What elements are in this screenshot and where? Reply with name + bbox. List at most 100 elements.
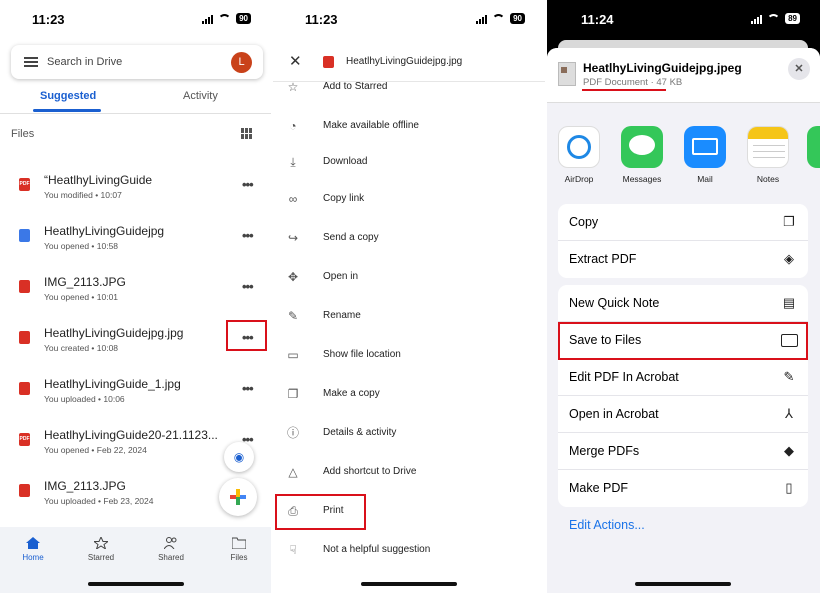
file-row[interactable]: PDF “HeatlhyLivingGuide You modified • 1… bbox=[0, 173, 271, 223]
merge-icon: ◆ bbox=[784, 443, 794, 458]
file-name: IMG_2113.JPG bbox=[44, 275, 126, 289]
image-icon bbox=[19, 382, 30, 395]
new-item-button[interactable] bbox=[219, 478, 257, 516]
more-options-icon[interactable]: ••• bbox=[242, 228, 254, 243]
share-app-messages[interactable]: Messages bbox=[619, 126, 665, 184]
file-meta: You uploaded • Feb 23, 2024 bbox=[44, 496, 154, 506]
image-icon bbox=[19, 484, 30, 497]
file-row[interactable]: HeatlhyLivingGuide_1.jpg You uploaded • … bbox=[0, 377, 271, 427]
share-app-mail[interactable]: Mail bbox=[682, 126, 728, 184]
tab-activity[interactable]: Activity bbox=[183, 90, 218, 102]
battery-icon: 90 bbox=[236, 13, 251, 24]
file-row[interactable]: IMG_2113.JPG You opened • 10:01 ••• bbox=[0, 275, 271, 325]
avatar[interactable]: L bbox=[231, 52, 252, 73]
people-icon bbox=[164, 537, 177, 549]
action-make-pdf[interactable]: Make PDF ▯ bbox=[558, 470, 808, 507]
document-icon: ▯ bbox=[785, 480, 793, 495]
download-icon: ⤓ bbox=[290, 155, 296, 169]
file-thumbnail bbox=[558, 62, 576, 86]
save-to-files-highlight bbox=[558, 322, 808, 360]
link-icon: ∞ bbox=[288, 192, 298, 206]
file-name: HeatlhyLivingGuidejpg.jpg bbox=[44, 326, 184, 340]
menu-item-details[interactable]: ⓘ Details & activity bbox=[273, 414, 545, 453]
camera-scan-button[interactable]: ◉ bbox=[224, 442, 254, 472]
menu-item-send-copy[interactable]: ↪ Send a copy bbox=[273, 219, 545, 258]
grid-view-icon[interactable] bbox=[241, 128, 253, 139]
share-app-notes[interactable]: Notes bbox=[745, 126, 791, 184]
home-icon bbox=[26, 537, 40, 549]
copy-icon: ❐ bbox=[783, 214, 795, 229]
file-menu-header: ✕ HeatlhyLivingGuidejpg.jpg bbox=[273, 42, 545, 82]
info-icon: ⓘ bbox=[286, 426, 299, 440]
wifi-icon bbox=[767, 14, 781, 23]
file-meta: You modified • 10:07 bbox=[44, 190, 122, 200]
action-merge-pdfs[interactable]: Merge PDFs ◆ bbox=[558, 433, 808, 470]
menu-item-add-shortcut[interactable]: △ Add shortcut to Drive bbox=[273, 453, 545, 492]
share-file-subtitle: PDF Document · 47 KB bbox=[583, 77, 683, 88]
nav-files[interactable]: Files bbox=[214, 537, 264, 562]
file-title: HeatlhyLivingGuidejpg.jpg bbox=[346, 56, 463, 67]
drive-search-bar[interactable]: Search in Drive L bbox=[11, 45, 263, 79]
action-extract-pdf[interactable]: Extract PDF ◈ bbox=[558, 241, 808, 278]
more-options-icon[interactable]: ••• bbox=[242, 279, 254, 294]
status-time: 11:24 bbox=[581, 12, 614, 27]
nav-shared[interactable]: Shared bbox=[146, 537, 196, 562]
folder-icon: ▭ bbox=[287, 348, 299, 362]
copy-icon: ❐ bbox=[287, 387, 299, 401]
more-options-icon[interactable]: ••• bbox=[242, 177, 254, 192]
menu-item-not-helpful[interactable]: ☟ Not a helpful suggestion bbox=[273, 531, 545, 570]
more-options-highlight bbox=[226, 320, 267, 351]
nav-home[interactable]: Home bbox=[8, 537, 58, 562]
action-edit-pdf-acrobat[interactable]: Edit PDF In Acrobat ✎ bbox=[558, 359, 808, 396]
menu-item-make-copy[interactable]: ❐ Make a copy bbox=[273, 375, 545, 414]
signal-icon bbox=[476, 14, 488, 24]
tab-bar: Suggested Activity bbox=[0, 88, 271, 114]
menu-item-copy-link[interactable]: ∞ Copy link bbox=[273, 180, 545, 219]
menu-item-offline[interactable]: ◔ Make available offline bbox=[273, 107, 545, 146]
file-name: HeatlhyLivingGuidejpg bbox=[44, 224, 165, 238]
pdf-icon: PDF bbox=[19, 433, 30, 446]
home-indicator bbox=[88, 582, 184, 586]
edit-actions-link[interactable]: Edit Actions... bbox=[569, 518, 645, 532]
messages-icon bbox=[621, 126, 663, 168]
close-icon[interactable]: ✕ bbox=[289, 52, 302, 70]
ios-share-sheet-panel: 11:24 89 HeatlhyLivingGuidejpg.jpeg PDF … bbox=[547, 0, 820, 593]
folder-icon bbox=[232, 537, 246, 549]
menu-item-download[interactable]: ⤓ Download bbox=[273, 143, 545, 182]
whatsapp-icon bbox=[807, 126, 820, 168]
shortcut-icon: △ bbox=[288, 465, 298, 479]
more-options-icon[interactable]: ••• bbox=[242, 381, 254, 396]
file-name: HeatlhyLivingGuide_1.jpg bbox=[44, 377, 181, 391]
action-new-quick-note[interactable]: New Quick Note ▤ bbox=[558, 285, 808, 322]
open-in-icon: ✥ bbox=[287, 270, 299, 284]
nav-starred[interactable]: Starred bbox=[76, 537, 126, 562]
file-name: “HeatlhyLivingGuide bbox=[44, 173, 153, 187]
signal-icon bbox=[202, 14, 214, 24]
share-sheet-header: HeatlhyLivingGuidejpg.jpeg PDF Document … bbox=[547, 48, 820, 103]
share-actions-group-1: Copy ❐ Extract PDF ◈ bbox=[558, 204, 808, 278]
action-open-in-acrobat[interactable]: Open in Acrobat ⅄ bbox=[558, 396, 808, 433]
menu-item-open-in[interactable]: ✥ Open in bbox=[273, 258, 545, 297]
search-input[interactable]: Search in Drive bbox=[47, 56, 122, 68]
action-copy[interactable]: Copy ❐ bbox=[558, 204, 808, 241]
menu-item-rename[interactable]: ✎ Rename bbox=[273, 297, 545, 336]
airdrop-icon bbox=[558, 126, 600, 168]
close-icon[interactable]: ✕ bbox=[788, 58, 810, 80]
status-bar: 11:23 90 bbox=[0, 0, 271, 40]
tab-suggested[interactable]: Suggested bbox=[40, 90, 96, 102]
home-indicator bbox=[361, 582, 457, 586]
menu-item-show-location[interactable]: ▭ Show file location bbox=[273, 336, 545, 375]
menu-icon[interactable] bbox=[24, 57, 38, 69]
signal-icon bbox=[751, 14, 763, 24]
status-time: 11:23 bbox=[305, 12, 338, 27]
status-time: 11:23 bbox=[32, 12, 65, 27]
edit-icon: ✎ bbox=[783, 369, 795, 384]
file-meta: You opened • 10:58 bbox=[44, 241, 119, 251]
share-app-whatsapp[interactable]: W bbox=[805, 126, 820, 184]
share-app-airdrop[interactable]: AirDrop bbox=[556, 126, 602, 184]
file-row[interactable]: HeatlhyLivingGuidejpg You opened • 10:58… bbox=[0, 224, 271, 274]
file-meta: You opened • 10:01 bbox=[44, 292, 119, 302]
doc-icon bbox=[19, 229, 30, 242]
pdf-icon: PDF bbox=[19, 178, 30, 191]
image-icon bbox=[19, 280, 30, 293]
